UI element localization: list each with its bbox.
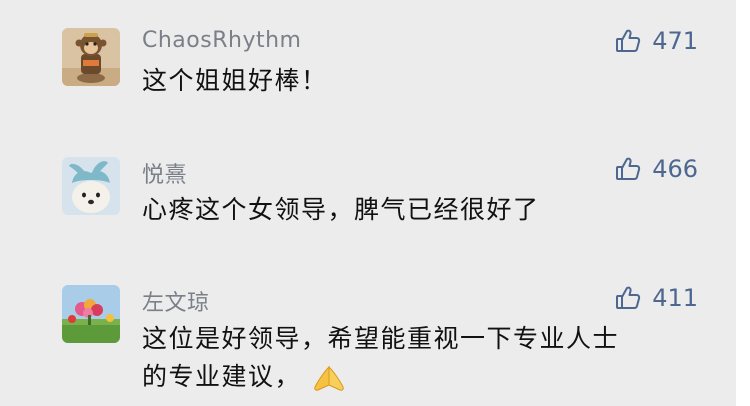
dog-bunny-ears-avatar[interactable] xyxy=(62,157,120,215)
username[interactable]: ChaosRhythm xyxy=(142,28,301,53)
comments-panel: ChaosRhythm 这个姐姐好棒！ 471 悦熹 心疼这个女领导，脾气已经很… xyxy=(0,0,750,406)
like-button[interactable]: 471 xyxy=(614,27,698,55)
like-count: 471 xyxy=(652,27,698,55)
comment-text-line-2: 的专业建议， xyxy=(142,358,712,396)
username[interactable]: 悦熹 xyxy=(142,157,187,189)
comment-text: 这个姐姐好棒！ xyxy=(142,66,328,95)
monkey-figure-avatar[interactable] xyxy=(62,28,120,86)
comment-text-line: 的专业建议， xyxy=(142,362,302,391)
thumbs-up-icon xyxy=(614,155,642,183)
praying-hands-emoji xyxy=(311,363,347,393)
comment-text: 心疼这个女领导，脾气已经很好了 xyxy=(142,195,540,224)
thumbs-up-icon xyxy=(614,27,642,55)
like-count: 411 xyxy=(652,284,698,312)
thumbs-up-icon xyxy=(614,284,642,312)
username[interactable]: 左文琼 xyxy=(142,285,210,317)
like-button[interactable]: 466 xyxy=(614,155,698,183)
comment-text-line: 这位是好领导，希望能重视一下专业人士 xyxy=(142,324,620,353)
comment-text: 这位是好领导，希望能重视一下专业人士 的专业建议， xyxy=(142,320,712,396)
page-edge xyxy=(736,0,750,406)
like-button[interactable]: 411 xyxy=(614,284,698,312)
like-count: 466 xyxy=(652,155,698,183)
flower-garden-avatar[interactable] xyxy=(62,285,120,343)
